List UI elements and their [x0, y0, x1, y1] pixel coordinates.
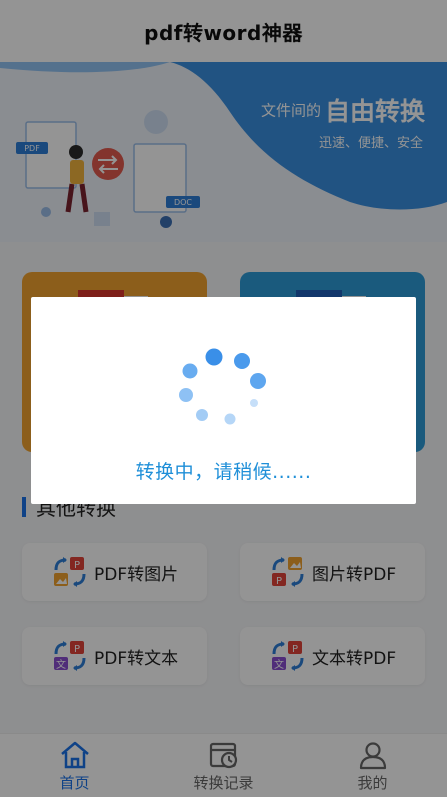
loading-spinner-icon [179, 348, 266, 425]
loading-dialog: 转换中，请稍候...... [31, 297, 416, 504]
loading-message: 转换中，请稍候...... [135, 461, 312, 483]
